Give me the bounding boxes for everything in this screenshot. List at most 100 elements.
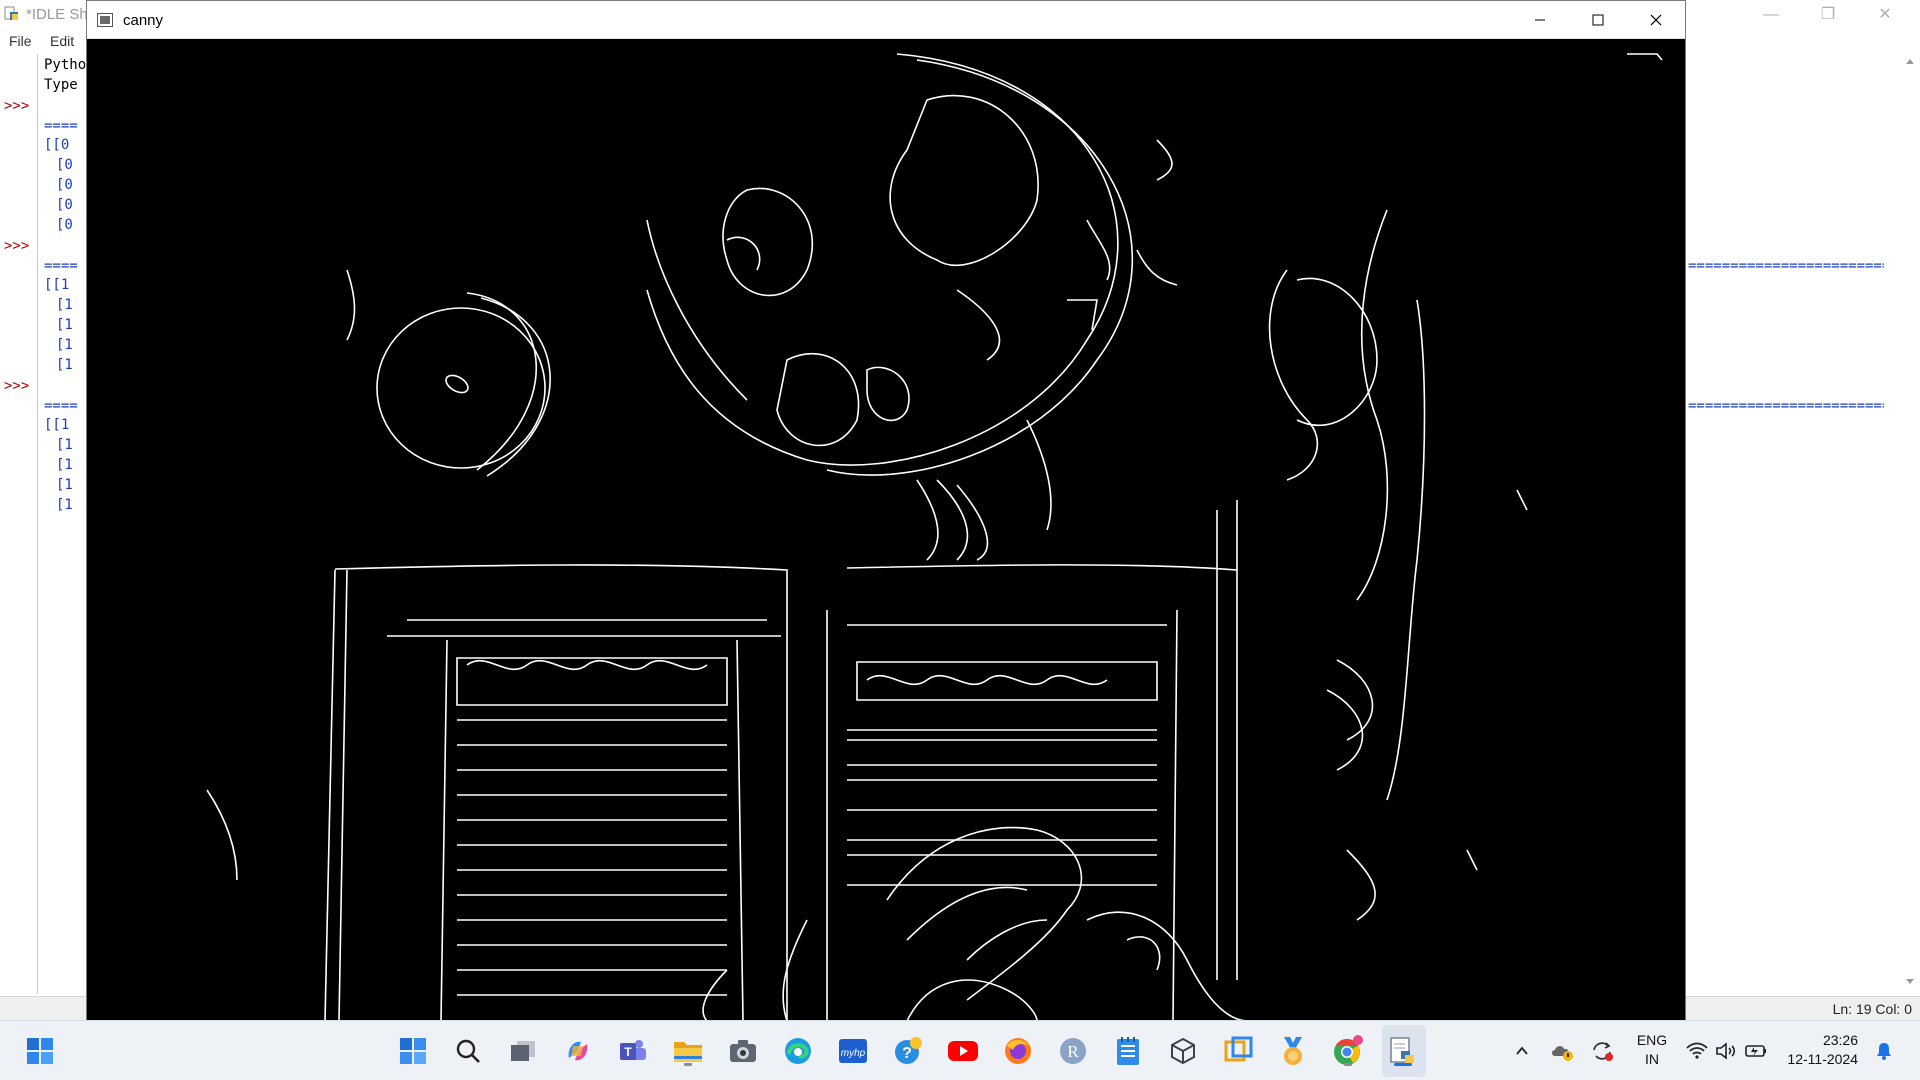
taskbar-task-view[interactable] [505,1033,541,1069]
taskbar-chrome[interactable] [1330,1033,1366,1069]
bell-icon [1877,1043,1891,1060]
shell-output-line: [1 [56,297,73,313]
notepad-icon [1117,1037,1139,1065]
taskbar-3d-viewer[interactable] [1165,1033,1201,1069]
onedrive-tray[interactable] [1550,1039,1574,1063]
taskbar-firefox[interactable] [1000,1033,1036,1069]
cloud-warning-icon [1552,1046,1573,1061]
taskbar-search[interactable] [450,1033,486,1069]
camera-icon [730,1040,756,1062]
bowl-edge [376,307,546,469]
snip-icon [1224,1036,1253,1062]
maximize-button[interactable] [1569,1,1627,39]
edge-icon [785,1038,811,1064]
svg-text:R: R [1067,1042,1079,1061]
taskbar: T myhp ? R ENG IN 23:26 12-11-2024 [0,1020,1920,1080]
taskbar-medal[interactable] [1275,1033,1311,1069]
taskbar-idle[interactable] [1385,1033,1421,1069]
shell-prompt: >>> [4,98,30,114]
shell-banner-line: Pytho [44,57,87,73]
teams-icon: T [620,1040,646,1060]
shell-output-line: [1 [56,337,73,353]
running-indicator [1344,1063,1352,1066]
canny-window: canny [86,0,1686,1021]
shell-output-line: [0 [56,197,73,213]
minimize-button[interactable] [1511,1,1569,39]
shell-separator-right: ========================================… [1688,258,1884,274]
menu-edit[interactable]: Edit [50,33,74,49]
canny-titlebar[interactable]: canny [87,1,1685,39]
taskbar-start[interactable] [395,1033,431,1069]
shell-output-line: [1 [56,457,73,473]
canny-window-title: canny [123,12,164,29]
clock-time: 23:26 [1822,1032,1858,1048]
wifi-icon [1686,1042,1708,1059]
shell-output-line: [[0 [44,137,70,153]
svg-text:T: T [624,1045,632,1059]
running-indicator [684,1063,692,1066]
menu-file[interactable]: File [9,33,32,49]
shell-output-line: [0 [56,157,73,173]
search-icon [456,1039,480,1063]
shell-output-line: [1 [56,357,73,373]
idle-minimize-button[interactable]: — [1748,2,1794,28]
shell-output-line: [0 [56,177,73,193]
maximize-icon [1592,14,1604,26]
speaker-icon [1716,1042,1736,1060]
idle-prompt-gutter [0,54,38,994]
taskbar-snip[interactable] [1220,1033,1256,1069]
python-icon [4,6,20,22]
taskbar-help[interactable]: ? [890,1033,926,1069]
battery-charging-icon [1745,1045,1766,1057]
r-icon: R [1060,1038,1086,1064]
idle-restore-button[interactable]: ❐ [1805,2,1851,28]
shell-prompt: >>> [4,378,30,394]
taskbar-notepad[interactable] [1110,1033,1146,1069]
clock-date: 12-11-2024 [1787,1051,1858,1067]
taskbar-teams[interactable]: T [615,1033,651,1069]
volume-tray[interactable] [1714,1039,1738,1063]
close-icon [1650,14,1662,26]
shell-separator: ==== [44,258,78,274]
notifications-button[interactable] [1872,1039,1896,1063]
cube-icon [1171,1037,1195,1065]
shell-separator: ==== [44,118,78,134]
show-hidden-icons-button[interactable] [1510,1039,1534,1063]
taskbar-r[interactable]: R [1055,1033,1091,1069]
sync-tray[interactable] [1590,1039,1614,1063]
taskbar-myhp[interactable]: myhp [835,1033,871,1069]
start-button[interactable] [22,1033,58,1069]
language-indicator[interactable]: ENG IN [1632,1031,1672,1069]
keyboard-region: IN [1645,1051,1659,1067]
shell-output-line: [1 [56,497,73,513]
shell-separator: ==== [44,398,78,414]
battery-tray[interactable] [1744,1039,1768,1063]
taskbar-youtube[interactable] [945,1033,981,1069]
clock[interactable]: 23:26 12-11-2024 [1782,1031,1858,1069]
chevron-up-icon [1516,1046,1528,1055]
wifi-tray[interactable] [1685,1039,1709,1063]
youtube-icon [948,1041,978,1061]
shell-output-line: [[1 [44,277,70,293]
medal-icon [1284,1037,1302,1065]
taskbar-edge[interactable] [780,1033,816,1069]
shell-banner-line: Type [44,77,78,93]
taskbar-copilot[interactable] [560,1033,596,1069]
windows-start-icon [27,1038,53,1064]
taskbar-camera[interactable] [725,1033,761,1069]
active-indicator [1394,1063,1412,1066]
idle-close-button[interactable]: ✕ [1862,2,1908,28]
edge-map [206,53,1663,1021]
folder-icon [674,1042,702,1062]
taskbar-file-explorer[interactable] [670,1033,706,1069]
myhp-icon: myhp [839,1039,867,1063]
task-view-icon [511,1041,535,1061]
cursor-position: Ln: 19 Col: 0 [1832,1001,1912,1017]
svg-text:?: ? [902,1045,912,1062]
shell-output-line: [1 [56,437,73,453]
idle-vertical-scrollbar[interactable] [1900,54,1920,994]
close-button[interactable] [1627,1,1685,39]
copilot-icon [568,1041,588,1061]
shell-output-line: [1 [56,317,73,333]
sync-icon [1593,1042,1613,1061]
